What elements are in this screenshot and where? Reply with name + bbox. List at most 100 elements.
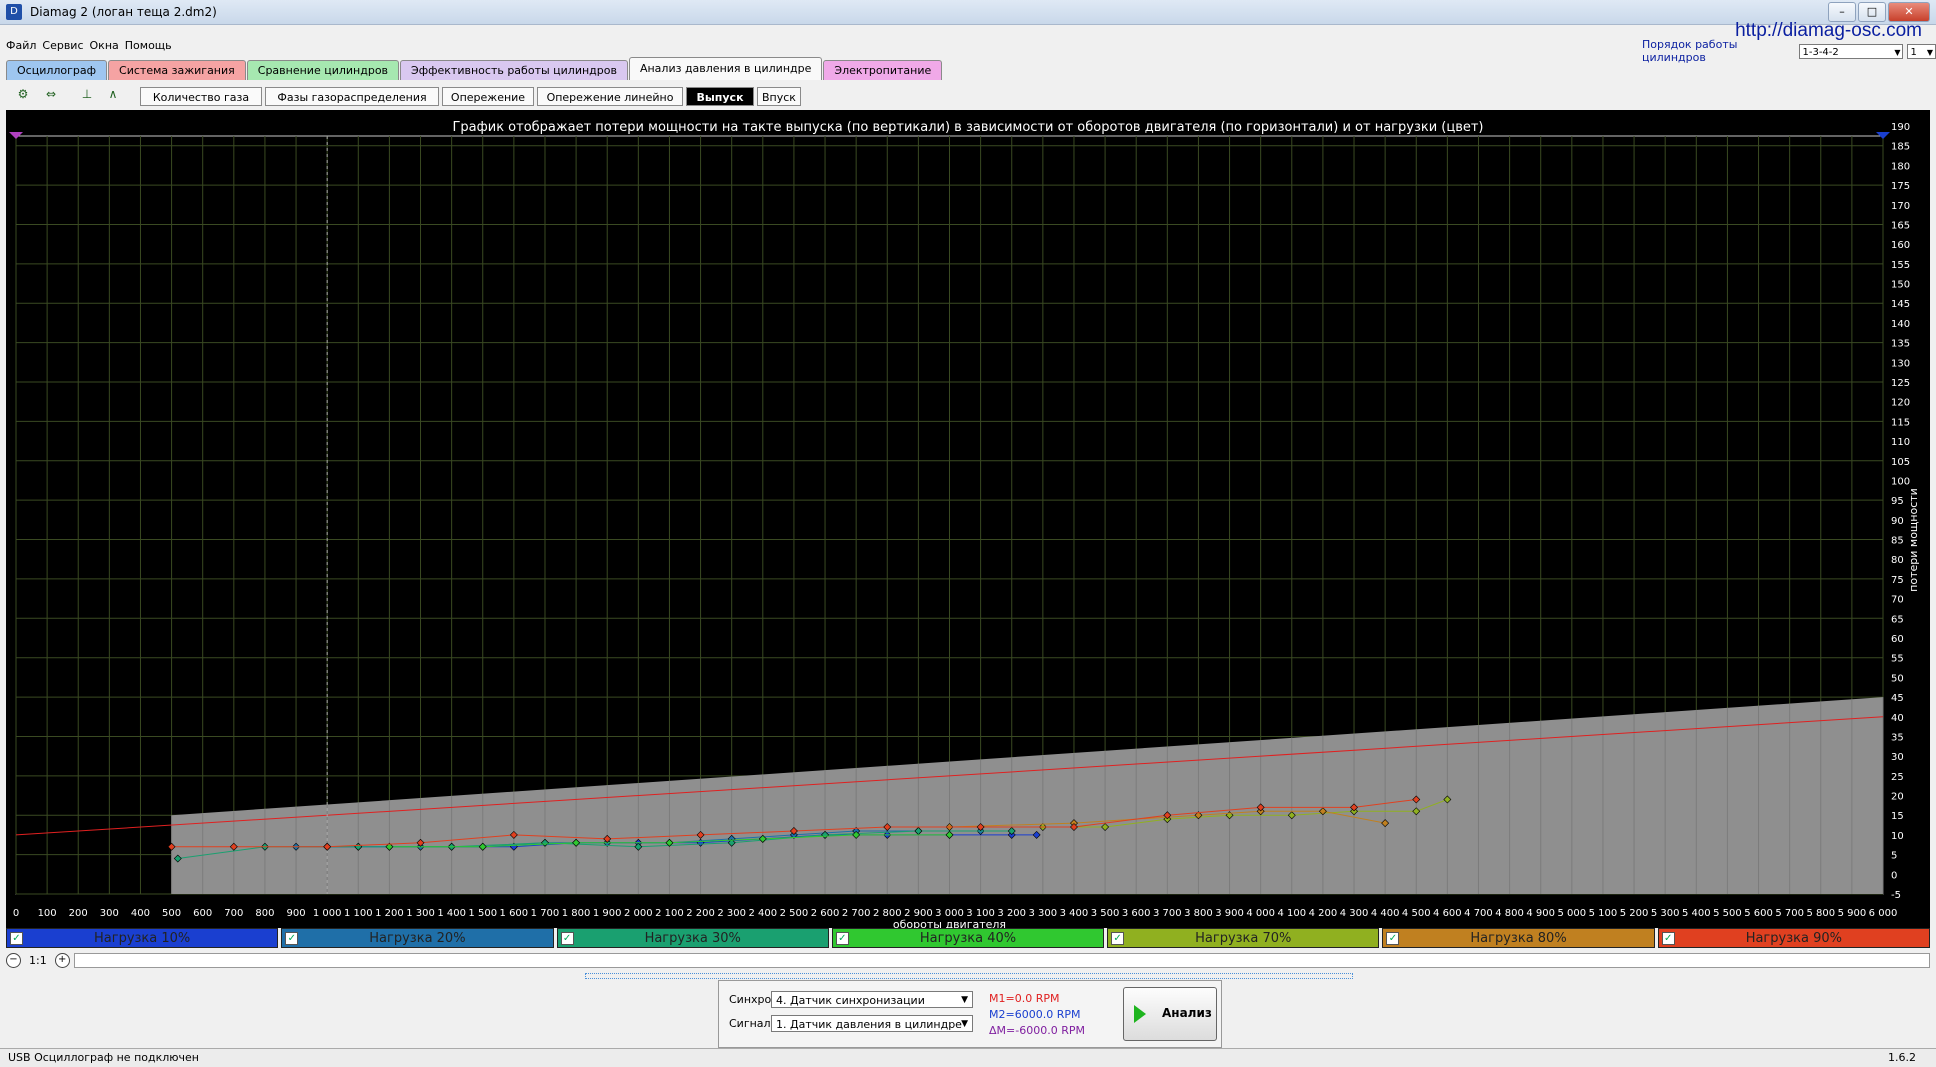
y-tick-label: 100 [1891, 476, 1910, 487]
menu-windows[interactable]: Окна [90, 36, 119, 56]
sync-select[interactable]: 4. Датчик синхронизации ▼ [771, 991, 973, 1008]
y-tick-label: 95 [1891, 496, 1904, 507]
tab-4[interactable]: Анализ давления в цилиндре [628, 57, 823, 80]
scale-icon[interactable]: ⇔ [42, 85, 60, 103]
legend-label: Нагрузка 20% [369, 931, 466, 946]
checkbox-icon[interactable]: ✓ [1111, 932, 1125, 945]
y-tick-label: 50 [1891, 673, 1904, 684]
minimize-button[interactable]: – [1828, 2, 1856, 22]
zoom-in-icon[interactable]: + [54, 952, 70, 968]
tab-3[interactable]: Эффективность работы цилиндров [400, 60, 628, 80]
version: 1.6.2 [1888, 1051, 1916, 1064]
x-tick-label: 100 [38, 908, 57, 919]
wave-icon[interactable]: ∧ [104, 85, 122, 103]
checkbox-icon[interactable]: ✓ [560, 932, 574, 945]
engine-icon[interactable]: ⚙ [14, 85, 32, 103]
legend-label: Нагрузка 10% [94, 931, 191, 946]
y-tick-label: 125 [1891, 378, 1910, 389]
x-tick-label: 500 [162, 908, 181, 919]
subtab-3[interactable]: Опережение линейно [537, 87, 683, 106]
checkbox-icon[interactable]: ✓ [10, 932, 23, 945]
maximize-button[interactable]: □ [1858, 2, 1886, 22]
zoom-out-icon[interactable]: − [6, 952, 21, 968]
legend-item-2[interactable]: ✓ Нагрузка 30% [556, 928, 829, 948]
y-tick-label: 75 [1891, 575, 1904, 586]
checkbox-icon[interactable]: ✓ [1386, 932, 1400, 945]
y-tick-label: 135 [1891, 339, 1910, 350]
subtab-1[interactable]: Фазы газораспределения [265, 87, 439, 106]
tab-2[interactable]: Сравнение цилиндров [246, 60, 400, 80]
subtab-0[interactable]: Количество газа [140, 87, 262, 106]
checkbox-icon[interactable]: ✓ [1661, 932, 1675, 945]
x-tick-label: 5 900 [1838, 908, 1867, 919]
y-tick-label: 10 [1891, 831, 1904, 842]
cylinder-index-select[interactable]: 1 ▼ [1907, 43, 1936, 59]
tab-0[interactable]: Осциллограф [6, 60, 108, 80]
menu-file[interactable]: Файл [6, 36, 36, 56]
chart: График отображает потери мощности на так… [9, 120, 1920, 928]
horizontal-scrollbar[interactable] [73, 952, 1930, 968]
marker-readout: M1=0.0 RPM M2=6000.0 RPM ΔM=-6000.0 RPM [989, 991, 1085, 1039]
x-tick-label: 1 200 [375, 908, 404, 919]
checkbox-icon[interactable]: ✓ [285, 932, 299, 945]
sub-tabs: Количество газа Фазы газораспределения Опе… [140, 87, 801, 106]
y-tick-label: 150 [1891, 280, 1910, 291]
signal-select[interactable]: 1. Датчик давления в цилиндре ▼ [771, 1015, 973, 1032]
splitter[interactable] [585, 973, 1353, 979]
x-tick-label: 3 900 [1215, 908, 1244, 919]
menu-help[interactable]: Помощь [125, 36, 172, 56]
x-tick-label: 3 400 [1060, 908, 1089, 919]
auto-scale-icon[interactable]: ⊥ [78, 85, 96, 103]
tolerance-band [171, 697, 1883, 894]
y-tick-label: 170 [1891, 201, 1910, 212]
tab-5[interactable]: Электропитание [823, 60, 943, 80]
x-tick-label: 4 200 [1309, 908, 1338, 919]
subtab-5[interactable]: Впуск [757, 87, 801, 106]
legend-item-6[interactable]: ✓ Нагрузка 90% [1657, 928, 1930, 948]
legend-item-1[interactable]: ✓ Нагрузка 20% [281, 928, 554, 948]
menu-service[interactable]: Сервис [42, 36, 83, 56]
x-tick-label: 3 800 [1184, 908, 1213, 919]
title-bar: D Diamag 2 (логан теща 2.dm2) – □ ✕ [0, 0, 1936, 25]
tab-1[interactable]: Система зажигания [108, 60, 246, 80]
y-tick-label: 35 [1891, 732, 1904, 743]
y-tick-label: 30 [1891, 752, 1904, 763]
y-tick-label: 25 [1891, 772, 1904, 783]
close-button[interactable]: ✕ [1888, 2, 1930, 22]
legend-label: Нагрузка 90% [1745, 931, 1842, 946]
x-tick-label: 2 700 [842, 908, 871, 919]
status-text: USB Осциллограф не подключен [8, 1051, 199, 1064]
x-tick-label: 6 000 [1869, 908, 1898, 919]
checkbox-icon[interactable]: ✓ [835, 932, 849, 945]
legend: ✓ Нагрузка 10% ✓ Нагрузка 20% ✓ Нагрузка 30% ✓… [6, 928, 1930, 950]
x-tick-label: 0 [13, 908, 19, 919]
legend-item-5[interactable]: ✓ Нагрузка 80% [1382, 928, 1655, 948]
legend-label: Нагрузка 30% [644, 931, 741, 946]
y-tick-label: 145 [1891, 299, 1910, 310]
x-tick-label: 1 100 [344, 908, 373, 919]
legend-item-4[interactable]: ✓ Нагрузка 70% [1107, 928, 1380, 948]
y-tick-label: 60 [1891, 634, 1904, 645]
chevron-down-icon: ▼ [1926, 47, 1933, 57]
x-tick-label: 300 [100, 908, 119, 919]
y-tick-label: 65 [1891, 614, 1904, 625]
chart-title: График отображает потери мощности на так… [452, 120, 1483, 135]
zoom-bar: − 1:1 + [6, 952, 1930, 968]
x-tick-label: 2 500 [780, 908, 809, 919]
x-tick-label: 5 700 [1775, 908, 1804, 919]
legend-item-0[interactable]: ✓ Нагрузка 10% [6, 928, 279, 948]
subtab-2[interactable]: Опережение [442, 87, 534, 106]
y-tick-label: 190 [1891, 122, 1910, 133]
subtab-4[interactable]: Выпуск [686, 87, 754, 106]
analyze-button[interactable]: Анализ [1123, 987, 1217, 1041]
x-tick-label: 4 500 [1402, 908, 1431, 919]
legend-item-3[interactable]: ✓ Нагрузка 40% [831, 928, 1105, 948]
x-tick-label: 5 100 [1589, 908, 1618, 919]
y-tick-label: 155 [1891, 260, 1910, 271]
x-tick-label: 700 [224, 908, 243, 919]
x-axis-label: обороты двигателя [893, 918, 1006, 928]
cylinder-order-select[interactable]: 1-3-4-2 ▼ [1799, 43, 1904, 59]
zoom-ratio: 1:1 [29, 953, 47, 967]
x-tick-label: 1 600 [500, 908, 529, 919]
analysis-panel: Синхро: 4. Датчик синхронизации ▼ Сигнал:… [718, 980, 1222, 1048]
